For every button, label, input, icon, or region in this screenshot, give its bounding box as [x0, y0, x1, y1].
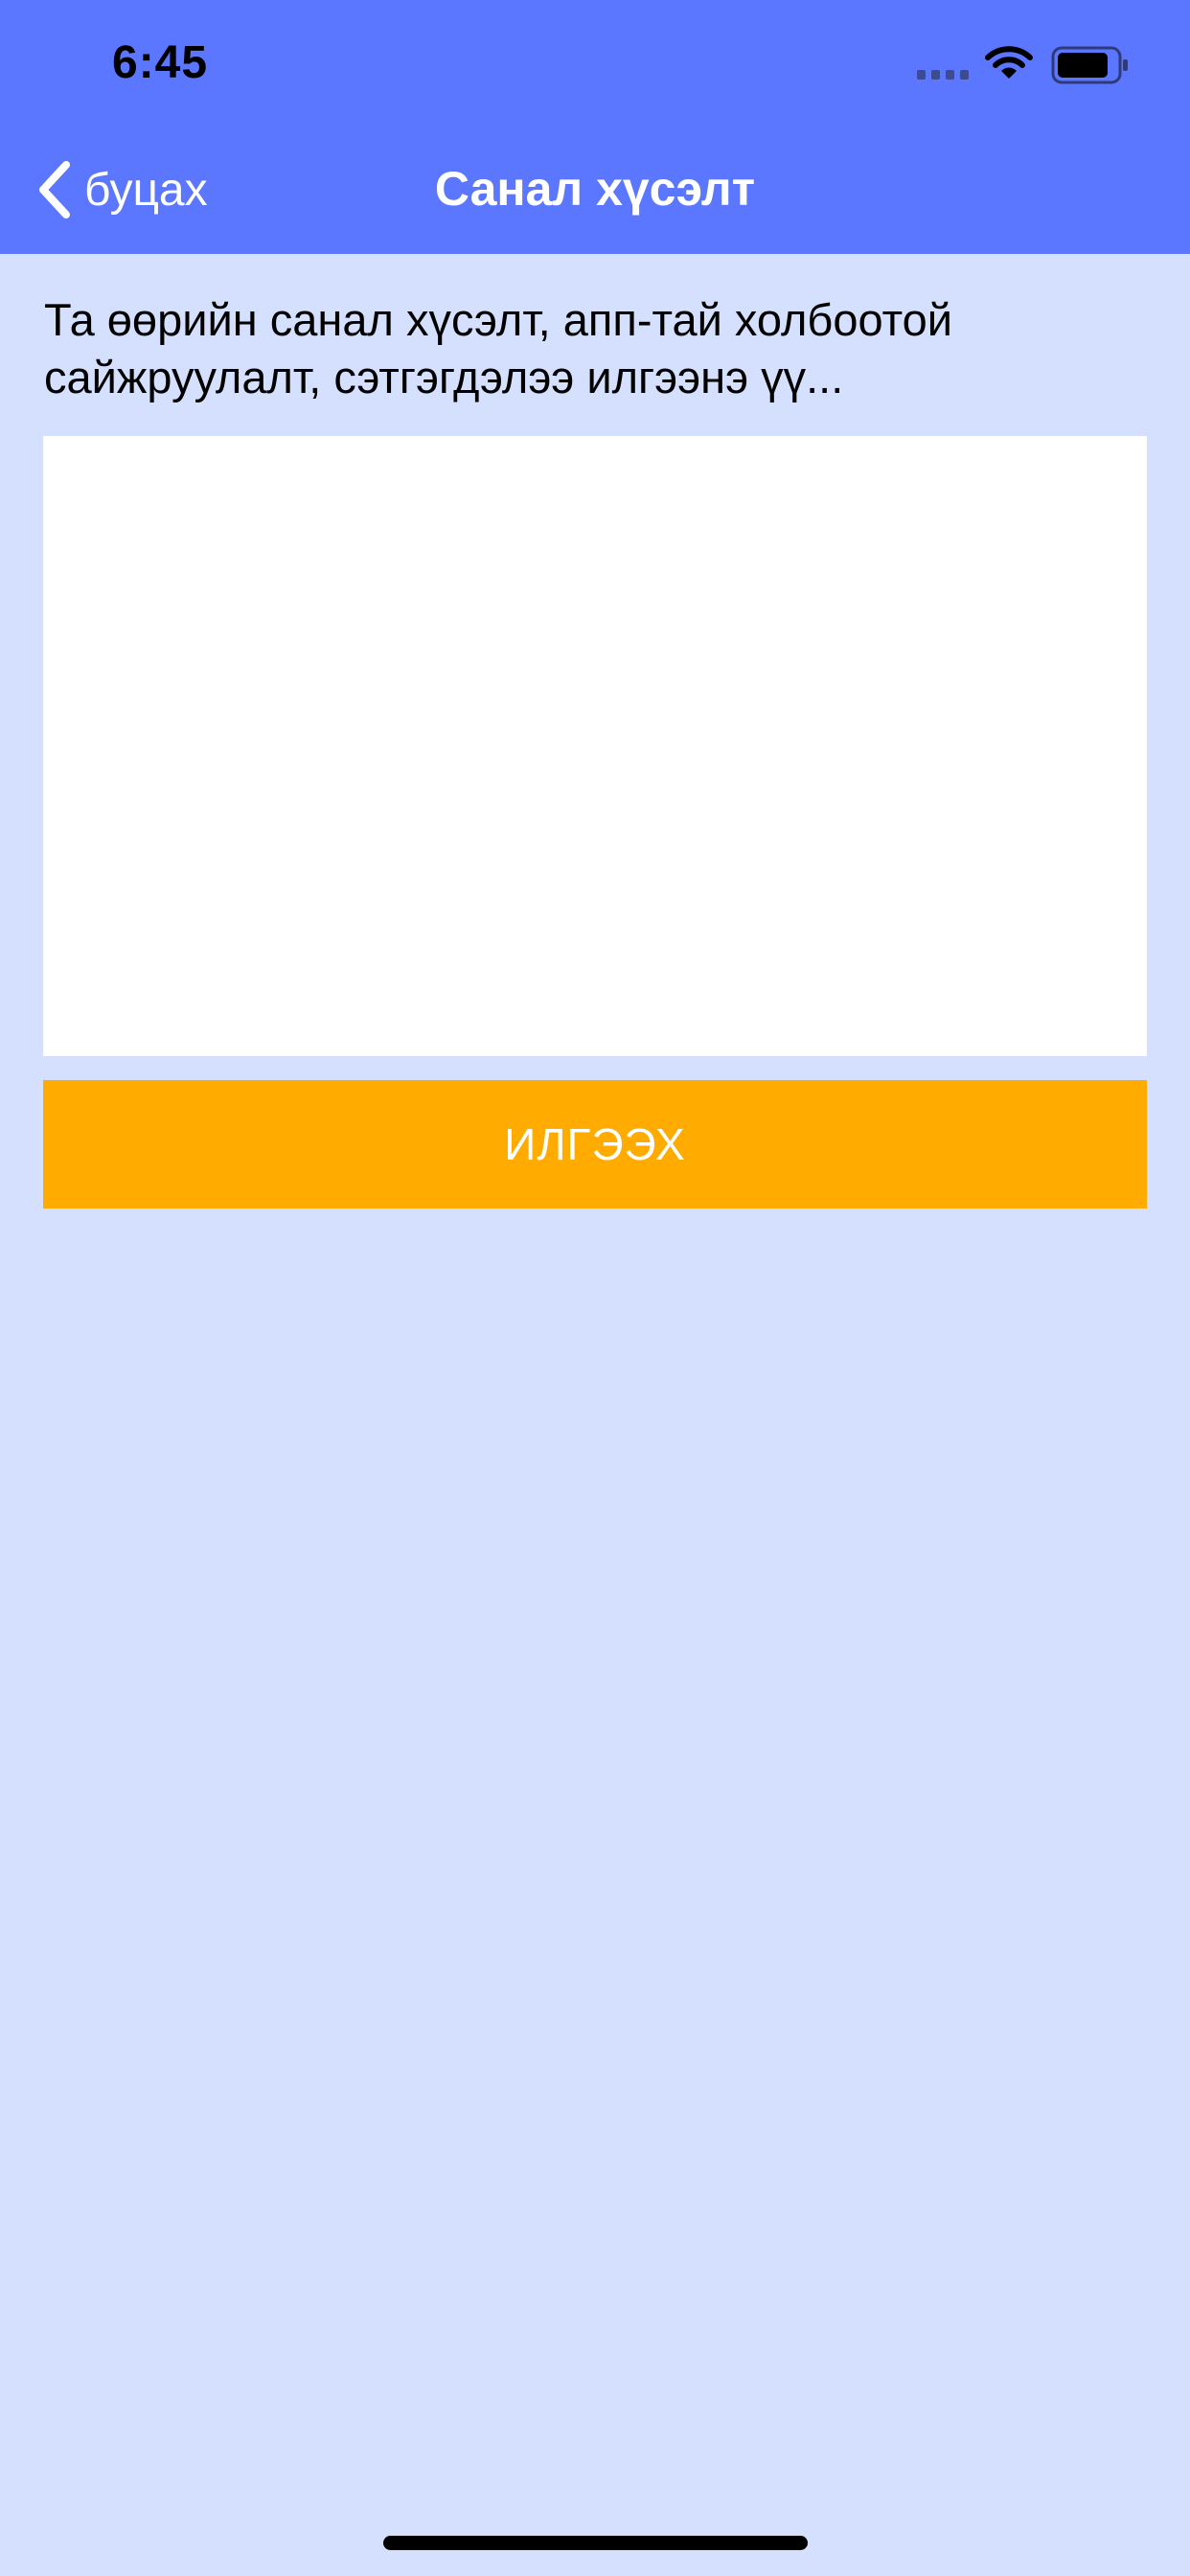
- feedback-input[interactable]: [43, 436, 1147, 1056]
- page-title: Санал хүсэлт: [434, 162, 756, 216]
- wifi-icon: [985, 46, 1033, 79]
- battery-icon: [1051, 46, 1128, 84]
- submit-button[interactable]: ИЛГЭЭХ: [43, 1080, 1147, 1208]
- status-time: 6:45: [112, 37, 209, 88]
- cellular-signal-icon: [917, 70, 969, 80]
- nav-header: 6:45 буцах Санал хүсэлт: [0, 0, 1190, 254]
- feedback-instruction: Та өөрийн санал хүсэлт, апп-тай холбоото…: [44, 294, 952, 402]
- home-indicator: [383, 2536, 808, 2550]
